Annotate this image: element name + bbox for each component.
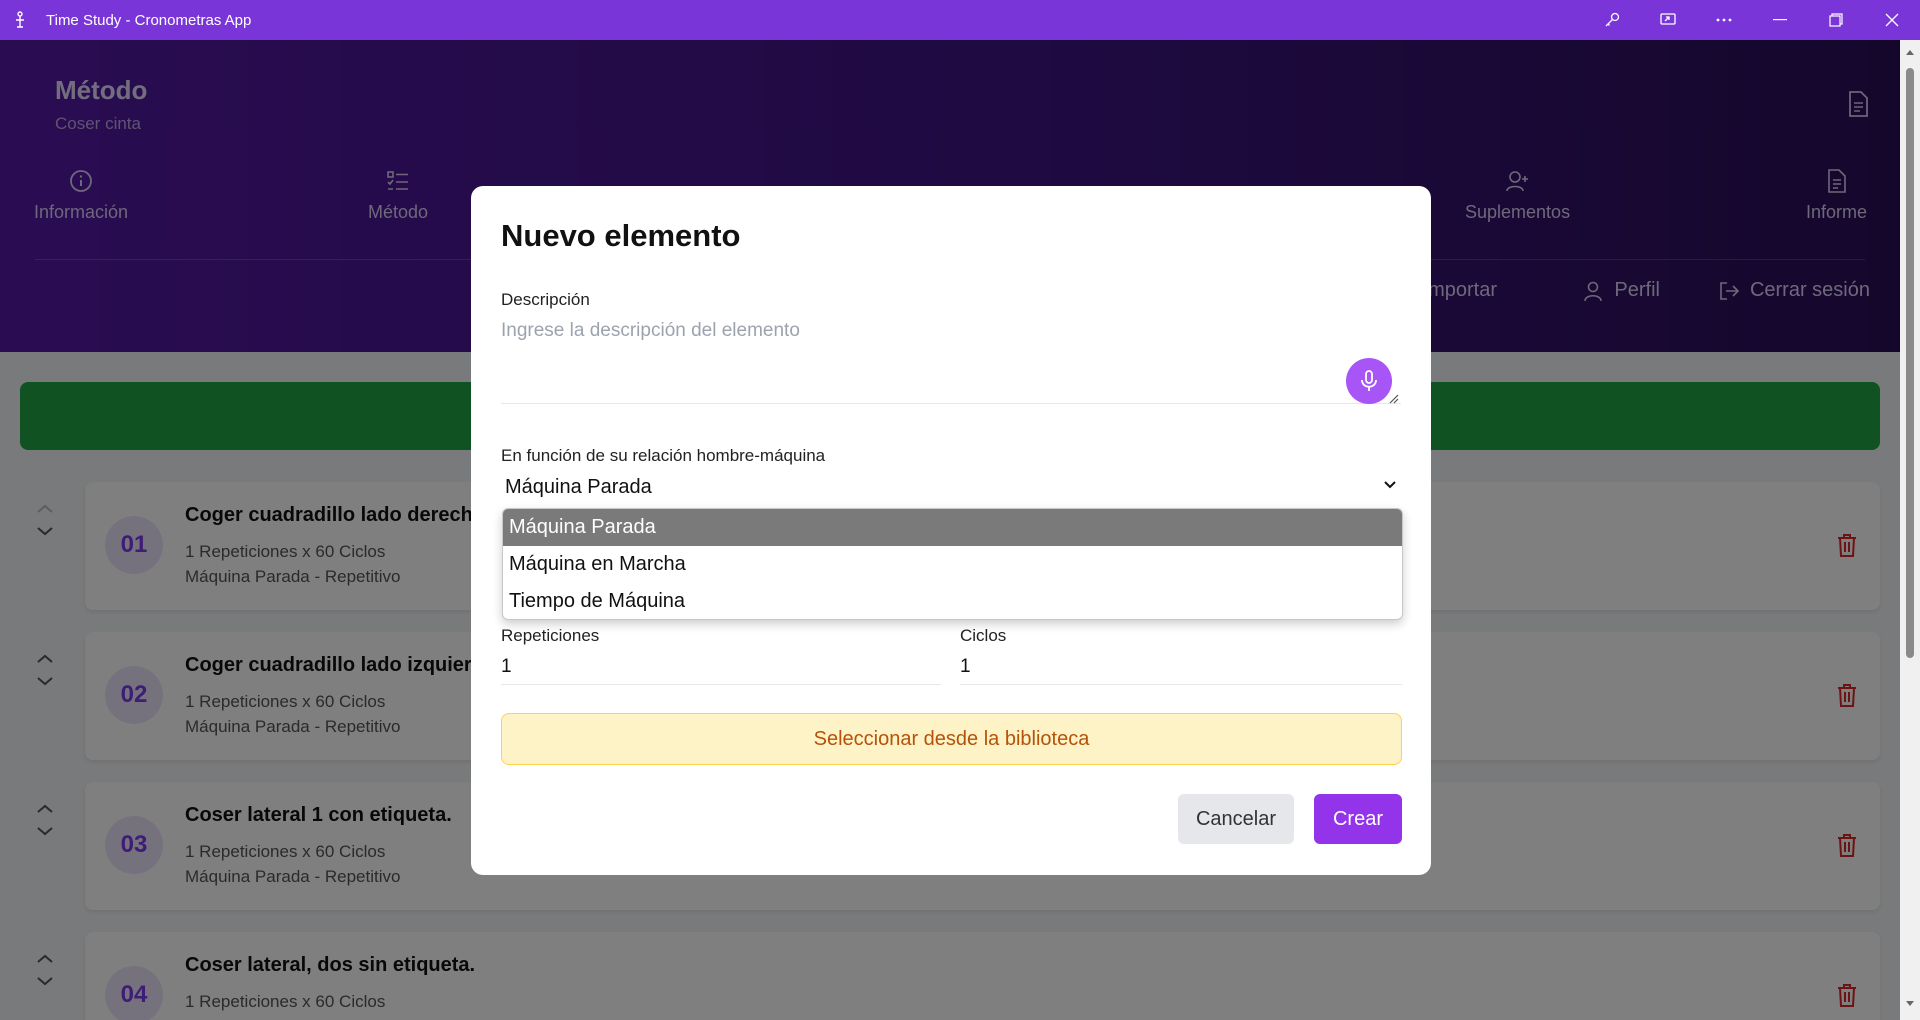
cycles-input[interactable]: 1 — [960, 656, 971, 678]
close-icon[interactable] — [1864, 0, 1920, 40]
more-icon[interactable] — [1696, 0, 1752, 40]
select-from-library-button[interactable]: Seleccionar desde la biblioteca — [501, 713, 1402, 765]
microphone-icon — [1361, 370, 1377, 391]
relation-option[interactable]: Tiempo de Máquina — [503, 583, 1402, 619]
relation-dropdown: Máquina Parada Máquina en Marcha Tiempo … — [502, 508, 1403, 620]
dialog-title: Nuevo elemento — [501, 218, 741, 253]
relation-option[interactable]: Máquina Parada — [503, 509, 1402, 546]
relation-select[interactable]: Máquina Parada — [505, 476, 652, 499]
resize-handle-icon[interactable] — [1389, 394, 1399, 404]
repetitions-underline — [501, 684, 941, 685]
key-icon[interactable] — [1584, 0, 1640, 40]
relation-option[interactable]: Máquina en Marcha — [503, 546, 1402, 583]
title-bar: Time Study - Cronometras App — [0, 0, 1920, 40]
new-element-dialog: Nuevo elemento Descripción Ingrese la de… — [471, 186, 1431, 875]
cancel-button[interactable]: Cancelar — [1178, 794, 1294, 844]
scroll-up-icon[interactable] — [1905, 48, 1915, 58]
repetitions-label: Repeticiones — [501, 626, 600, 645]
cycles-label: Ciclos — [960, 626, 1007, 645]
restore-icon[interactable] — [1808, 0, 1864, 40]
scroll-down-icon[interactable] — [1905, 998, 1915, 1008]
minimize-icon[interactable] — [1752, 0, 1808, 40]
cast-icon[interactable] — [1640, 0, 1696, 40]
scrollbar[interactable] — [1900, 40, 1920, 1020]
description-placeholder: Ingrese la descripción del elemento — [501, 320, 800, 341]
app-icon — [12, 10, 28, 30]
window-title: Time Study - Cronometras App — [46, 11, 252, 29]
create-button[interactable]: Crear — [1314, 794, 1402, 844]
chevron-down-icon[interactable] — [1383, 480, 1397, 490]
repetitions-input[interactable]: 1 — [501, 656, 512, 678]
microphone-button[interactable] — [1346, 358, 1392, 404]
cycles-underline — [960, 684, 1402, 685]
relation-label: En función de su relación hombre-máquina — [501, 446, 826, 465]
scrollbar-thumb[interactable] — [1906, 68, 1914, 658]
